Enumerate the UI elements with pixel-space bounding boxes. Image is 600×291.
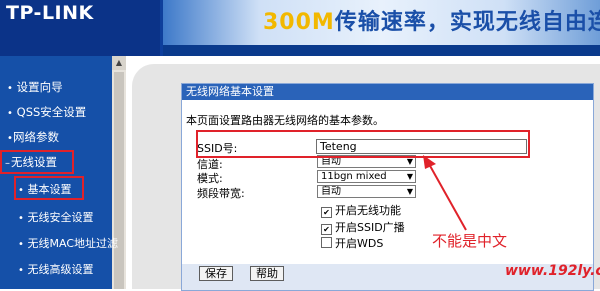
- bandwidth-value: 自动: [321, 186, 341, 197]
- banner-speed: 300M: [263, 10, 335, 35]
- logo-text: TP-LINK: [6, 2, 94, 24]
- bullet-icon: •: [18, 239, 24, 250]
- mode-select[interactable]: 11bgn mixed ▼: [317, 170, 416, 183]
- chevron-down-icon: ▼: [406, 187, 413, 196]
- help-button[interactable]: 帮助: [250, 266, 284, 281]
- scroll-up-icon[interactable]: ▲: [112, 56, 126, 70]
- enable-ssid-broadcast-checkbox[interactable]: ✔ 开启SSID广播: [321, 219, 405, 235]
- mode-value: 11bgn mixed: [321, 171, 387, 182]
- sidebar-item-qss[interactable]: • QSS安全设置: [7, 104, 86, 120]
- watermark: www.192ly.com: [505, 263, 600, 279]
- checkbox-label: 开启SSID广播: [335, 221, 405, 234]
- checkbox-unchecked-icon[interactable]: [321, 237, 332, 248]
- highlight-ssid: [196, 130, 530, 158]
- bullet-icon: •: [18, 265, 24, 276]
- checkbox-checked-icon[interactable]: ✔: [321, 207, 332, 218]
- annotation-text: 不能是中文: [432, 232, 508, 250]
- sidebar-item-wireless-security[interactable]: • 无线安全设置: [18, 209, 94, 225]
- bandwidth-label: 频段带宽:: [197, 187, 245, 200]
- panel-description: 本页面设置路由器无线网络的基本参数。: [186, 114, 384, 127]
- sidebar-item-setup-wizard[interactable]: • 设置向导: [7, 79, 63, 95]
- banner-band: [163, 45, 600, 56]
- sidebar-item-label: 无线MAC地址过滤: [27, 237, 119, 250]
- highlight-wireless: [0, 150, 74, 174]
- checkbox-checked-icon[interactable]: ✔: [321, 224, 332, 235]
- checkbox-label: 开启无线功能: [335, 204, 401, 217]
- enable-wireless-checkbox[interactable]: ✔ 开启无线功能: [321, 202, 401, 218]
- sidebar-item-label: 无线高级设置: [27, 263, 94, 276]
- sidebar-item-advanced[interactable]: • 无线高级设置: [18, 261, 94, 277]
- logo: TP-LINK: [0, 0, 160, 56]
- sidebar-item-mac-filter[interactable]: • 无线MAC地址过滤: [18, 235, 118, 251]
- banner-text: 300M传输速率，实现无线自由连接: [263, 4, 600, 36]
- sidebar-item-label: QSS安全设置: [16, 105, 87, 119]
- mode-label: 模式:: [197, 172, 223, 185]
- panel-title: 无线网络基本设置: [182, 84, 593, 100]
- banner-slogan: 传输速率，实现无线自由连接: [334, 10, 600, 35]
- bandwidth-select[interactable]: 自动 ▼: [317, 185, 416, 198]
- banner: 300M传输速率，实现无线自由连接: [163, 0, 600, 56]
- sidebar-item-label: 无线安全设置: [27, 211, 94, 224]
- highlight-basic-settings: [14, 176, 84, 200]
- bullet-icon: •: [7, 83, 13, 94]
- enable-wds-checkbox[interactable]: 开启WDS: [321, 235, 383, 251]
- sidebar-item-label: 设置向导: [16, 80, 63, 94]
- scrollbar-thumb[interactable]: [114, 72, 124, 289]
- sidebar-item-network[interactable]: •网络参数: [7, 129, 59, 145]
- banner-strip: 300M传输速率，实现无线自由连接: [163, 0, 600, 45]
- chevron-down-icon: ▼: [406, 172, 413, 181]
- bullet-icon: •: [7, 108, 13, 119]
- settings-form: 无线网络基本设置 本页面设置路由器无线网络的基本参数。 SSID号: Teten…: [181, 83, 594, 291]
- save-button[interactable]: 保存: [199, 266, 233, 281]
- header: TP-LINK 300M传输速率，实现无线自由连接: [0, 0, 600, 56]
- sidebar-item-label: 网络参数: [13, 130, 59, 144]
- annotation-arrow-icon: [423, 155, 467, 231]
- bullet-icon: •: [18, 213, 24, 224]
- checkbox-label: 开启WDS: [335, 237, 384, 250]
